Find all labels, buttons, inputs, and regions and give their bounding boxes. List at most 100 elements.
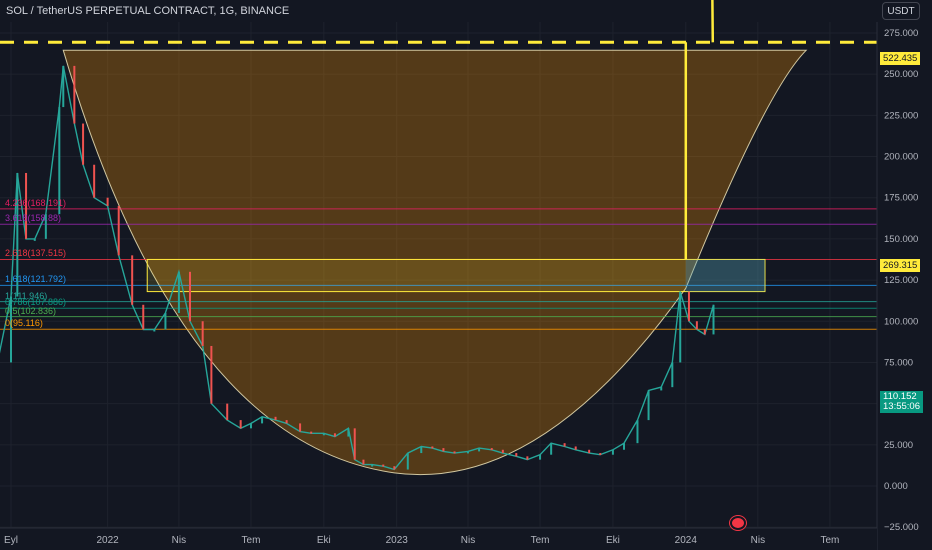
- price-point-14: [131, 255, 134, 305]
- price-point-52: [574, 446, 577, 450]
- price-point-58: [647, 390, 650, 421]
- price-tag-last-price: 110.152 13:55:06: [880, 391, 923, 413]
- price-point-53: [588, 449, 591, 454]
- y-tick-label-1: −25.000: [884, 522, 919, 533]
- x-tick-label-1: 2022: [96, 535, 119, 546]
- x-tick-label-11: Tem: [820, 535, 839, 546]
- y-tick-label-7: 125.000: [884, 275, 918, 286]
- price-point-65: [712, 304, 715, 335]
- y-tick-label-6: 100.000: [884, 316, 918, 327]
- x-tick-label-4: Eki: [317, 535, 331, 546]
- price-point-34: [362, 459, 365, 465]
- x-tick-label-9: 2024: [675, 535, 698, 546]
- price-point-18: [177, 271, 180, 314]
- price-point-13: [117, 205, 120, 256]
- fib-label-6: 0.5(102.836): [5, 305, 57, 316]
- price-tag-upper-target: 522.435: [880, 52, 921, 65]
- price-point-9: [73, 65, 76, 124]
- y-tick-label-10: 200.000: [884, 152, 918, 163]
- y-tick-label-5: 75.000: [884, 357, 913, 368]
- price-point-15: [142, 304, 145, 330]
- price-point-38: [406, 453, 409, 470]
- price-point-62: [687, 291, 690, 322]
- price-point-47: [515, 453, 518, 457]
- price-point-19: [188, 271, 191, 322]
- x-tick-label-8: Eki: [606, 535, 620, 546]
- x-tick-label-5: 2023: [386, 535, 409, 546]
- price-point-39: [420, 446, 423, 454]
- y-tick-label-2: 0.000: [884, 481, 908, 492]
- price-point-37: [393, 466, 396, 470]
- price-point-45: [490, 448, 493, 451]
- economic-event-icon[interactable]: [729, 515, 747, 531]
- price-point-17: [164, 313, 167, 330]
- price-point-27: [285, 420, 288, 424]
- price-point-51: [563, 443, 566, 447]
- price-point-33: [353, 428, 356, 460]
- price-point-8: [62, 65, 65, 108]
- price-point-46: [501, 449, 504, 454]
- price-point-41: [442, 448, 445, 452]
- price-point-32: [347, 428, 350, 437]
- y-tick-label-12: 250.000: [884, 69, 918, 80]
- price-point-23: [239, 420, 242, 429]
- chart-canvas[interactable]: −50.000−25.0000.00025.00050.00075.000100…: [0, 0, 932, 550]
- price-point-35: [371, 464, 374, 467]
- fib-label-1: 3.618(158.88): [5, 213, 62, 224]
- fib-label-2: 2.618(137.515): [5, 248, 67, 259]
- resistance-box: [146, 258, 766, 293]
- price-point-55: [611, 449, 614, 455]
- price-point-25: [261, 416, 264, 424]
- price-point-16: [153, 329, 156, 332]
- price-point-28: [299, 423, 302, 432]
- x-tick-label-7: Tem: [531, 535, 550, 546]
- price-point-30: [322, 433, 325, 436]
- fib-label-3: 1.618(121.792): [5, 274, 67, 285]
- fib-label-7: 0(95.116): [5, 318, 43, 329]
- fib-label-0: 4.236(168.191): [5, 197, 67, 208]
- price-point-31: [333, 433, 336, 437]
- price-point-50: [550, 443, 553, 455]
- price-point-57: [636, 420, 639, 444]
- y-tick-label-9: 175.000: [884, 193, 918, 204]
- price-point-61: [679, 291, 682, 363]
- price-point-11: [93, 164, 96, 198]
- price-point-44: [478, 448, 481, 452]
- time-axis-panel: [0, 528, 877, 550]
- chart-title: SOL / TetherUS PERPETUAL CONTRACT, 1G, B…: [6, 5, 290, 17]
- price-point-22: [226, 403, 229, 421]
- x-tick-label-3: Tem: [242, 535, 261, 546]
- price-point-29: [310, 431, 313, 434]
- price-point-63: [695, 321, 698, 330]
- price-point-49: [539, 454, 542, 460]
- price-point-40: [431, 446, 434, 449]
- price-point-36: [382, 464, 385, 467]
- price-point-42: [453, 451, 456, 454]
- y-tick-label-8: 150.000: [884, 234, 918, 245]
- price-point-60: [671, 362, 674, 388]
- price-point-64: [703, 329, 706, 335]
- price-point-54: [599, 453, 602, 456]
- currency-button[interactable]: USDT: [882, 2, 920, 20]
- price-point-56: [623, 443, 626, 450]
- price-point-43: [466, 451, 469, 454]
- countdown-value: 13:55:06: [883, 401, 920, 412]
- resistance-box-highlight: [685, 259, 765, 292]
- price-point-59: [660, 387, 663, 391]
- price-point-20: [201, 321, 204, 346]
- x-tick-label-10: Nis: [751, 535, 765, 546]
- price-point-24: [249, 423, 252, 429]
- price-point-12: [106, 197, 109, 206]
- x-tick-label-2: Nis: [172, 535, 186, 546]
- price-tag-lower-target: 269.315: [880, 259, 921, 272]
- y-tick-label-3: 25.000: [884, 440, 913, 451]
- price-point-10: [82, 123, 85, 165]
- price-point-5: [33, 238, 36, 241]
- x-tick-label-6: Nis: [461, 535, 475, 546]
- price-point-48: [526, 456, 529, 460]
- x-tick-label-0: Eyl: [4, 535, 18, 546]
- price-point-21: [210, 345, 213, 404]
- price-point-26: [274, 416, 277, 421]
- y-tick-label-11: 225.000: [884, 110, 918, 121]
- projection-line: [711, 0, 715, 43]
